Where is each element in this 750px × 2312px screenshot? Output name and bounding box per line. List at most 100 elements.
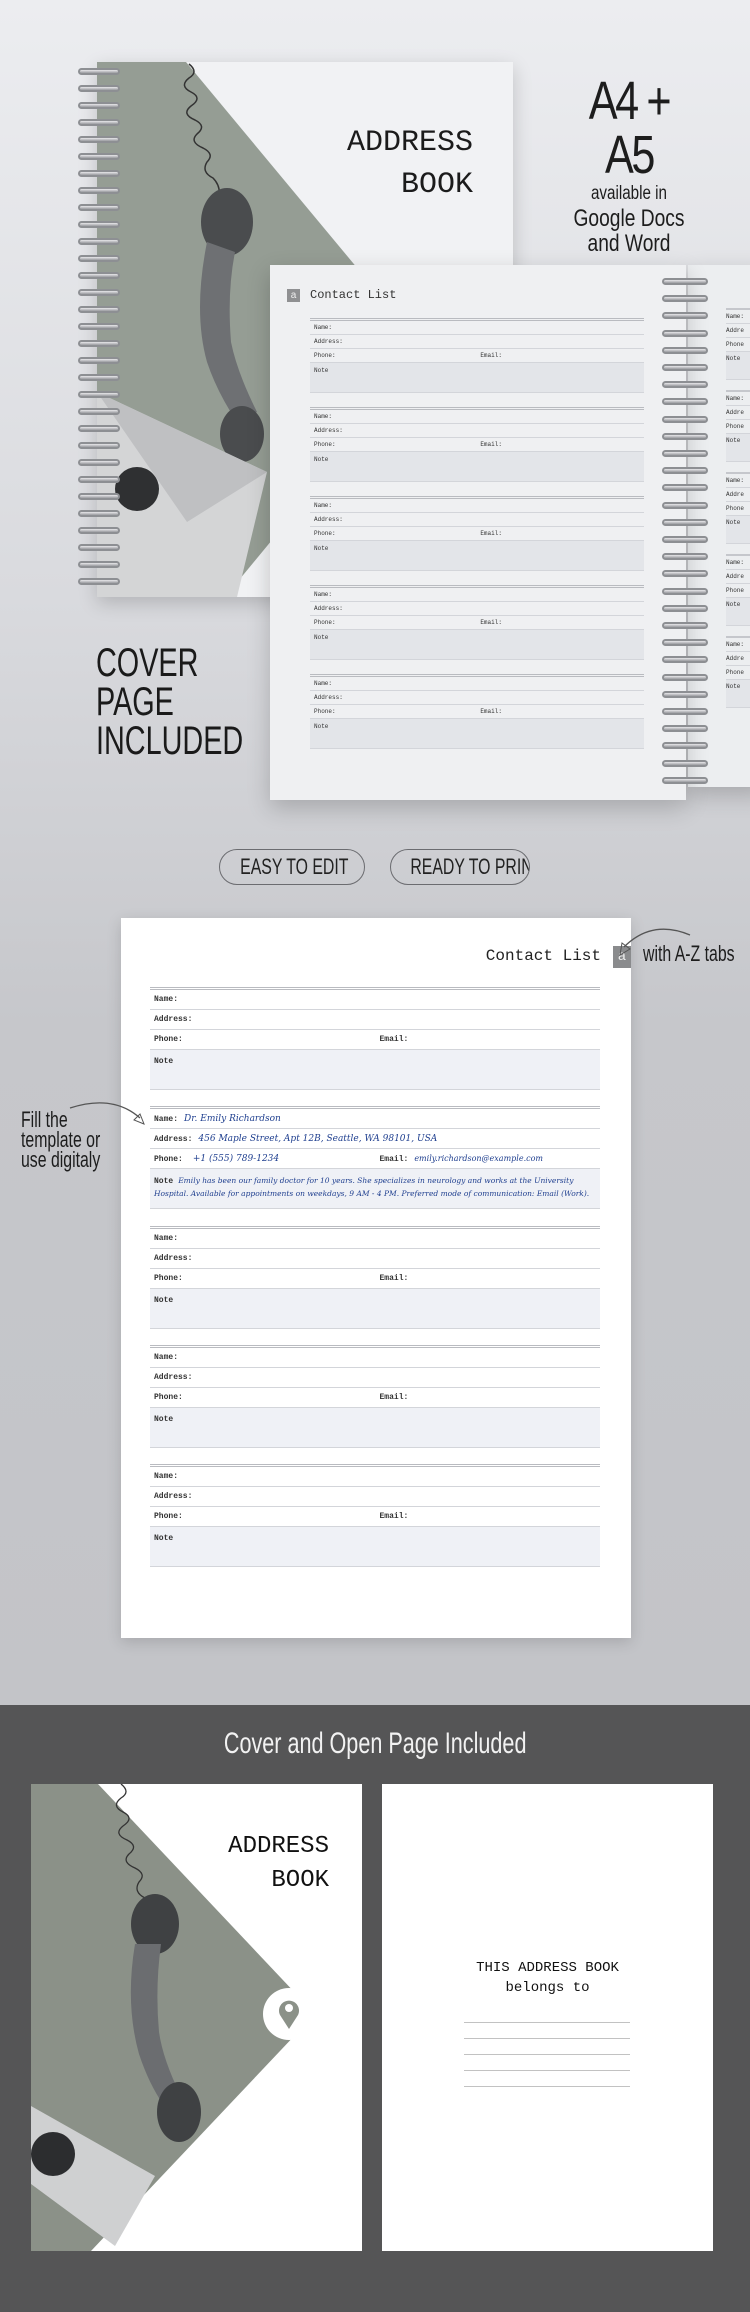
address-row[interactable]: Address:: [310, 335, 644, 349]
note-label: Note: [154, 1177, 174, 1187]
name-row[interactable]: Name:: [150, 1229, 600, 1249]
owner-write-line[interactable]: [464, 2022, 630, 2023]
phone-email-row[interactable]: Phone: Email:: [310, 438, 644, 452]
email-label: Email:: [379, 1512, 409, 1522]
name-label: Name:: [154, 1115, 179, 1125]
apps-line1: Google Docs: [573, 205, 685, 232]
name-row[interactable]: Name:: [150, 1467, 600, 1488]
section-heading: Cover and Open Page Included: [223, 1727, 527, 1760]
note-field[interactable]: Note: [310, 363, 644, 393]
spiral-ring: [662, 656, 708, 664]
spiral-ring: [662, 776, 708, 784]
owner-write-line[interactable]: [464, 2070, 630, 2071]
open-page-line2: belongs to: [505, 1980, 590, 1996]
name-row[interactable]: Name:: [310, 410, 644, 424]
note-field[interactable]: Note: [310, 452, 644, 482]
side-row: Addre: [726, 488, 750, 502]
address-row[interactable]: Address:: [310, 602, 644, 616]
spiral-ring: [78, 255, 120, 262]
side-row: Name:: [726, 474, 750, 488]
sample-page-title: Contact List: [485, 947, 601, 965]
spiral-ring: [78, 204, 120, 211]
side-row: Addre: [726, 652, 750, 666]
spiral-ring: [78, 408, 120, 415]
spiral-ring: [662, 329, 708, 337]
address-row[interactable]: Address:: [310, 424, 644, 438]
name-row[interactable]: Name:: [150, 990, 600, 1010]
name-label: Name:: [314, 680, 333, 687]
phone-email-row[interactable]: Phone: Email:: [150, 1388, 600, 1408]
owner-write-line[interactable]: [464, 2038, 630, 2039]
spiral-ring: [78, 527, 120, 534]
phone-label: Phone:: [154, 1512, 183, 1522]
side-row: Note: [726, 516, 750, 544]
spiral-ring: [662, 346, 708, 354]
phone-email-row[interactable]: Phone: Email:: [310, 527, 644, 541]
phone-email-row[interactable]: Phone: Email:: [150, 1507, 600, 1528]
name-label: Name:: [314, 413, 333, 420]
note-field[interactable]: Note: [150, 1050, 600, 1090]
spiral-ring: [662, 725, 708, 733]
phone-email-row[interactable]: Phone: Email:: [150, 1030, 600, 1050]
phone-label: Phone:: [154, 1273, 183, 1283]
note-field[interactable]: Note: [310, 630, 644, 660]
phone-label: Phone:: [154, 1035, 183, 1044]
note-field[interactable]: Note Emily has been our family doctor for…: [150, 1169, 600, 1210]
note-field[interactable]: Note: [150, 1288, 600, 1329]
phone-email-row[interactable]: Phone: Email:: [150, 1269, 600, 1289]
spiral-ring: [78, 374, 120, 381]
email-label: Email:: [379, 1392, 409, 1402]
phone-label: Phone:: [314, 441, 336, 448]
address-row[interactable]: Address:: [310, 691, 644, 705]
spiral-binding-right: [662, 278, 708, 793]
spiral-ring: [662, 673, 708, 681]
note-label: Note: [314, 367, 329, 374]
note-field[interactable]: Note: [310, 719, 644, 749]
note-field[interactable]: Note: [150, 1527, 600, 1568]
address-row[interactable]: Address:: [150, 1487, 600, 1508]
note-label: Note: [154, 1057, 174, 1066]
note-field[interactable]: Note: [150, 1407, 600, 1448]
contact-block: Name: Dr. Emily Richardson Address: 456 Map…: [150, 1106, 600, 1210]
side-row: Phone: [726, 502, 750, 516]
note-label: Note: [314, 456, 329, 463]
location-pin-icon: [263, 1988, 315, 2040]
side-row: Name:: [726, 392, 750, 406]
contact-block: Name: Addre Phone Note: [726, 308, 750, 380]
hero-section: ADDRESS BOOK A4 + A5 available in Google…: [0, 0, 750, 1705]
spiral-ring: [662, 690, 708, 698]
included-pages-section: Cover and Open Page Included ADDRESS BOO…: [0, 1705, 750, 2312]
owner-write-line[interactable]: [464, 2054, 630, 2055]
name-row[interactable]: Name: Dr. Emily Richardson: [150, 1109, 600, 1130]
name-row[interactable]: Name:: [310, 677, 644, 691]
name-row[interactable]: Name:: [310, 321, 644, 335]
name-row[interactable]: Name:: [150, 1348, 600, 1368]
address-row[interactable]: Address:: [310, 513, 644, 527]
address-row[interactable]: Address:: [150, 1249, 600, 1269]
note-field[interactable]: Note: [310, 541, 644, 571]
address-row[interactable]: Address:: [150, 1368, 600, 1388]
spiral-ring: [78, 544, 120, 551]
name-row[interactable]: Name:: [310, 499, 644, 513]
phone-email-row[interactable]: Phone: Email:: [310, 705, 644, 719]
email-value: emily.richardson@example.com: [414, 1154, 543, 1164]
spiral-ring: [662, 398, 708, 406]
spiral-ring: [78, 476, 120, 483]
owner-write-line[interactable]: [464, 2086, 630, 2087]
open-page-preview: THIS ADDRESS BOOK belongs to: [382, 1784, 713, 2251]
cover-title-line2: BOOK: [271, 1867, 329, 1894]
contact-block: Name: Addre Phone Note: [726, 636, 750, 708]
side-row: Addre: [726, 406, 750, 420]
note-label: Note: [314, 545, 329, 552]
email-label: Email:: [379, 1273, 409, 1283]
name-row[interactable]: Name:: [310, 588, 644, 602]
phone-email-row[interactable]: Phone: Email:: [310, 349, 644, 363]
address-row[interactable]: Address: 456 Maple Street, Apt 12B, Seatt…: [150, 1129, 600, 1150]
formats-heading: A4 + A5: [588, 71, 672, 185]
phone-email-row[interactable]: Phone: +1 (555) 789-1234 Email: emily.richa…: [150, 1149, 600, 1170]
address-row[interactable]: Address:: [150, 1010, 600, 1030]
tab-letter-a[interactable]: a: [287, 289, 300, 302]
name-label: Name:: [154, 1352, 179, 1362]
spiral-ring: [662, 570, 708, 578]
phone-email-row[interactable]: Phone: Email:: [310, 616, 644, 630]
